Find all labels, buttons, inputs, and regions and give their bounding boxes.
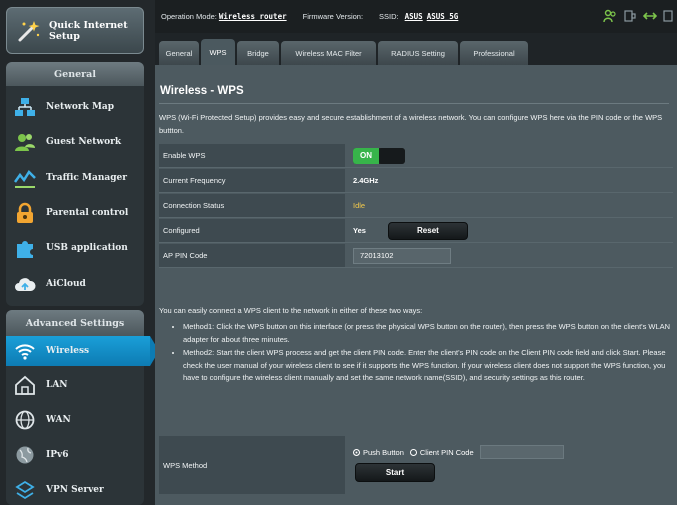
tab-professional[interactable]: Professional xyxy=(460,41,528,65)
connection-status-value: Idle xyxy=(353,201,366,210)
ssid-5g-link[interactable]: ASUS_5G xyxy=(427,12,459,21)
sidebar: Quick Internet Setup General Network Map… xyxy=(0,0,159,505)
settings-icon[interactable] xyxy=(663,9,673,25)
clients-icon[interactable] xyxy=(603,9,617,25)
method1-text: Method1: Click the WPS button on this in… xyxy=(183,321,673,346)
sidebar-item-traffic-manager[interactable]: Traffic Manager xyxy=(6,163,144,193)
sidebar-item-label: Network Map xyxy=(46,102,115,112)
tab-radius-setting[interactable]: RADIUS Setting xyxy=(378,41,458,65)
client-pin-code-input[interactable] xyxy=(479,445,564,459)
lock-icon xyxy=(12,200,38,226)
router-admin-app: Quick Internet Setup General Network Map… xyxy=(0,0,677,505)
ssid-24g-link[interactable]: ASUS xyxy=(405,12,423,21)
tab-wps[interactable]: WPS xyxy=(201,39,235,65)
wps-method-label: WPS Method xyxy=(159,436,345,494)
current-frequency-row: Current Frequency 2.4GHz xyxy=(159,169,673,193)
ap-pin-code-label: AP PIN Code xyxy=(159,244,345,267)
sidebar-item-aicloud[interactable]: AiCloud xyxy=(6,269,144,299)
ap-pin-code-row: AP PIN Code 72013102 xyxy=(159,244,673,268)
page-description: WPS (Wi-Fi Protected Setup) provides eas… xyxy=(159,113,663,135)
configured-value: Yes xyxy=(353,226,366,235)
tab-general[interactable]: General xyxy=(159,41,199,65)
traffic-manager-icon xyxy=(12,165,38,191)
advanced-settings-header: Advanced Settings xyxy=(6,310,144,336)
sidebar-item-wireless[interactable]: Wireless xyxy=(6,336,159,366)
sidebar-item-label: Traffic Manager xyxy=(46,173,127,183)
quick-internet-setup-button[interactable]: Quick Internet Setup xyxy=(6,7,144,54)
wps-settings-panel: Wireless - WPS WPS (Wi-Fi Protected Setu… xyxy=(155,65,677,505)
toggle-on-label: ON xyxy=(353,147,379,164)
configured-label: Configured xyxy=(159,219,345,242)
toggle-knob xyxy=(379,147,405,164)
instructions-intro: You can easily connect a WPS client to t… xyxy=(159,306,423,315)
page-title: Wireless - WPS xyxy=(160,85,244,97)
firmware-version-label: Firmware Version: xyxy=(302,11,364,21)
sidebar-item-label: AiCloud xyxy=(46,279,86,289)
enable-wps-toggle[interactable]: ON xyxy=(353,147,405,164)
wps-instructions: You can easily connect a WPS client to t… xyxy=(159,305,673,385)
enable-wps-label: Enable WPS xyxy=(159,144,345,167)
sidebar-item-lan[interactable]: LAN xyxy=(6,370,144,400)
status-icons xyxy=(603,9,673,25)
home-icon xyxy=(12,372,38,398)
ssid-label: SSID: xyxy=(379,11,399,21)
configured-row: Configured Yes Reset xyxy=(159,219,673,243)
push-button-label: Push Button xyxy=(363,447,404,457)
network-map-icon xyxy=(12,94,38,120)
current-frequency-label: Current Frequency xyxy=(159,169,345,192)
sidebar-item-label: Parental control xyxy=(46,208,129,218)
ap-pin-code-field: 72013102 xyxy=(353,247,451,264)
guest-network-icon xyxy=(12,129,38,155)
instructions-list: Method1: Click the WPS button on this in… xyxy=(183,321,673,384)
sidebar-item-vpn-server[interactable]: VPN Server xyxy=(6,475,144,505)
wifi-icon xyxy=(12,338,38,364)
sidebar-item-usb-application[interactable]: USB application xyxy=(6,233,144,263)
title-divider xyxy=(159,103,669,104)
sidebar-item-label: WAN xyxy=(46,415,71,425)
puzzle-icon xyxy=(12,235,38,261)
vpn-icon xyxy=(12,477,38,503)
connection-status-label: Connection Status xyxy=(159,194,345,217)
sidebar-item-parental-control[interactable]: Parental control xyxy=(6,198,144,228)
main-content: Operation Mode: Wireless router Firmware… xyxy=(155,0,677,505)
magic-wand-icon xyxy=(15,17,43,45)
sidebar-item-network-map[interactable]: Network Map xyxy=(6,92,144,122)
enable-wps-row: Enable WPS ON xyxy=(159,144,673,168)
reset-button[interactable]: Reset xyxy=(387,221,468,240)
push-button-radio[interactable] xyxy=(353,448,360,456)
client-pin-code-radio[interactable] xyxy=(409,448,417,456)
sidebar-item-label: Guest Network xyxy=(46,137,122,147)
tab-bridge[interactable]: Bridge xyxy=(237,41,279,65)
operation-mode-label: Operation Mode: xyxy=(161,11,217,21)
general-menu-group: General Network Map Guest Network Traffi… xyxy=(6,62,144,306)
advanced-menu-group: Advanced Settings Wireless LAN WAN IPv6 … xyxy=(6,310,159,505)
status-bar: Operation Mode: Wireless router Firmware… xyxy=(155,0,677,32)
sidebar-item-ipv6[interactable]: IPv6 xyxy=(6,440,144,470)
sidebar-item-label: LAN xyxy=(46,380,68,390)
wps-method-options: Push Button Client PIN Code xyxy=(353,445,564,459)
current-frequency-value: 2.4GHz xyxy=(345,169,673,192)
globe-icon xyxy=(12,407,38,433)
wps-method-row: WPS Method Push Button Client PIN Code S… xyxy=(159,436,673,494)
operation-mode-link[interactable]: Wireless router xyxy=(219,12,287,21)
sidebar-item-label: Wireless xyxy=(46,346,90,356)
usb-status-icon[interactable] xyxy=(623,9,637,25)
sidebar-item-label: VPN Server xyxy=(46,485,104,495)
cloud-icon xyxy=(12,271,38,297)
client-pin-code-label: Client PIN Code xyxy=(419,447,474,457)
sidebar-item-wan[interactable]: WAN xyxy=(6,405,144,435)
sidebar-item-guest-network[interactable]: Guest Network xyxy=(6,127,144,157)
network-connection-icon[interactable] xyxy=(642,9,658,25)
connection-status-row: Connection Status Idle xyxy=(159,194,673,218)
tab-bar: General WPS Bridge Wireless MAC Filter R… xyxy=(155,33,677,65)
sidebar-item-label: USB application xyxy=(46,243,128,253)
ipv6-globe-icon xyxy=(12,442,38,468)
quick-setup-label: Quick Internet Setup xyxy=(49,19,128,42)
sidebar-item-label: IPv6 xyxy=(46,450,69,460)
general-header: General xyxy=(6,62,144,86)
start-button[interactable]: Start xyxy=(355,463,435,482)
tab-wireless-mac-filter[interactable]: Wireless MAC Filter xyxy=(281,41,376,65)
method2-text: Method2: Start the client WPS process an… xyxy=(183,347,673,384)
